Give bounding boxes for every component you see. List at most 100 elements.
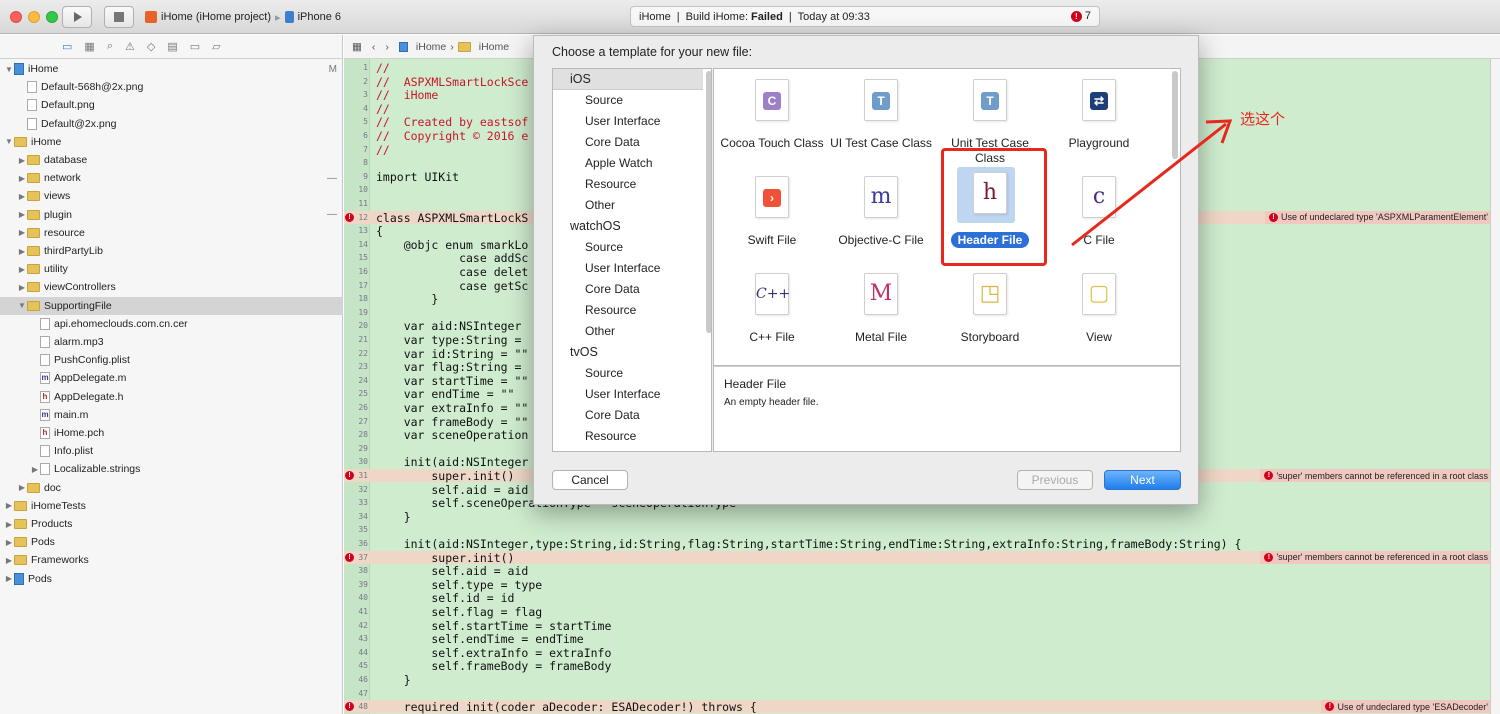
file-tree-item[interactable]: Default@2x.png <box>0 115 343 133</box>
file-tree-item[interactable]: ▶ resource <box>0 224 343 242</box>
gutter-error-icon[interactable]: ! <box>345 552 354 562</box>
report-icon[interactable]: ▱ <box>212 40 220 53</box>
category-item[interactable]: Core Data <box>553 405 703 426</box>
file-tree-item[interactable]: ▶ Pods <box>0 570 343 588</box>
disclosure-closed-icon[interactable]: ▶ <box>17 247 27 256</box>
file-tree-item[interactable]: ▶ Localizable.strings <box>0 460 343 478</box>
template-tile[interactable]: C++ C++ File <box>718 267 826 357</box>
stop-button[interactable] <box>104 6 134 28</box>
debug-icon[interactable]: ▤ <box>167 40 177 53</box>
back-icon[interactable]: ‹ <box>372 41 376 53</box>
template-tile[interactable]: m Objective-C File <box>827 170 935 260</box>
category-item[interactable]: Source <box>553 90 703 111</box>
breadcrumb-project[interactable]: iHome <box>416 41 446 53</box>
template-category-list[interactable]: iOS Source User Interface Core Data Apple Wa… <box>552 68 712 452</box>
disclosure-closed-icon[interactable]: ▶ <box>17 210 27 219</box>
category-item[interactable]: Resource <box>553 300 703 321</box>
file-tree-item[interactable]: ▶ database <box>0 151 343 169</box>
file-tree-item[interactable]: ▶ network — <box>0 169 343 187</box>
close-window-button[interactable] <box>10 11 22 23</box>
template-tile[interactable]: ⇄ Playground <box>1045 73 1153 163</box>
disclosure-closed-icon[interactable]: ▶ <box>30 465 40 474</box>
disclosure-open-icon[interactable]: ▼ <box>4 137 14 146</box>
file-tree-item[interactable]: ▼ iHome <box>0 133 343 151</box>
disclosure-closed-icon[interactable]: ▶ <box>4 501 14 510</box>
disclosure-open-icon[interactable]: ▼ <box>17 301 27 310</box>
issue-icon[interactable]: ⚠ <box>125 40 135 53</box>
breakpoint-icon[interactable]: ▭ <box>190 40 200 53</box>
template-tile[interactable]: T UI Test Case Class <box>827 73 935 163</box>
file-tree-item[interactable]: ▶ iHomeTests <box>0 497 343 515</box>
category-item[interactable]: Resource <box>553 174 703 195</box>
file-tree-item[interactable]: api.ehomeclouds.com.cn.cer <box>0 315 343 333</box>
test-icon[interactable]: ◇ <box>147 40 155 53</box>
template-tile[interactable]: ◳ Storyboard <box>936 267 1044 357</box>
file-tree-item[interactable]: alarm.mp3 <box>0 333 343 351</box>
file-tree-item[interactable]: ▶ Frameworks <box>0 551 343 569</box>
category-item[interactable]: Other <box>553 321 703 342</box>
template-tile[interactable]: › Swift File <box>718 170 826 260</box>
disclosure-closed-icon[interactable]: ▶ <box>4 574 14 583</box>
file-tree-item[interactable]: m AppDelegate.m <box>0 369 343 387</box>
category-platform[interactable]: watchOS <box>553 216 703 237</box>
disclosure-closed-icon[interactable]: ▶ <box>17 483 27 492</box>
file-tree-item[interactable]: h iHome.pch <box>0 424 343 442</box>
cancel-button[interactable]: Cancel <box>552 470 628 490</box>
file-tree-item[interactable]: Default-568h@2x.png <box>0 78 343 96</box>
category-item[interactable]: Source <box>553 363 703 384</box>
symbol-icon[interactable]: ▦ <box>84 40 94 53</box>
search-icon[interactable]: ⌕ <box>107 40 113 53</box>
file-tree-item[interactable]: ▶ doc <box>0 479 343 497</box>
category-item[interactable]: User Interface <box>553 111 703 132</box>
file-tree-item[interactable]: ▶ plugin — <box>0 206 343 224</box>
file-tree-item[interactable]: Info.plist <box>0 442 343 460</box>
file-tree-item[interactable]: ▼ iHome M <box>0 60 343 78</box>
category-platform[interactable]: tvOS <box>553 342 703 363</box>
category-item[interactable]: Other <box>553 195 703 216</box>
disclosure-closed-icon[interactable]: ▶ <box>17 228 27 237</box>
category-item[interactable]: Source <box>553 237 703 258</box>
file-tree-item[interactable]: h AppDelegate.h <box>0 388 343 406</box>
zoom-window-button[interactable] <box>46 11 58 23</box>
gutter-error-icon[interactable]: ! <box>345 212 354 222</box>
editor-scrollbar[interactable] <box>1490 59 1500 714</box>
file-tree-item[interactable]: m main.m <box>0 406 343 424</box>
category-item[interactable]: Resource <box>553 426 703 447</box>
disclosure-closed-icon[interactable]: ▶ <box>17 156 27 165</box>
category-item[interactable]: User Interface <box>553 384 703 405</box>
category-item[interactable]: Core Data <box>553 132 703 153</box>
category-platform[interactable]: iOS <box>553 69 703 90</box>
previous-button[interactable]: Previous <box>1017 470 1093 490</box>
category-item[interactable]: Apple Watch <box>553 153 703 174</box>
forward-icon[interactable]: › <box>385 41 389 53</box>
file-tree-item[interactable]: Default.png <box>0 96 343 114</box>
template-tile[interactable]: C Cocoa Touch Class <box>718 73 826 163</box>
file-tree-item[interactable]: PushConfig.plist <box>0 351 343 369</box>
minimize-window-button[interactable] <box>28 11 40 23</box>
template-scrollbar[interactable] <box>1172 71 1178 159</box>
category-scrollbar[interactable] <box>706 71 711 333</box>
file-tree-item[interactable]: ▶ Pods <box>0 533 343 551</box>
file-tree-item[interactable]: ▶ viewControllers <box>0 278 343 296</box>
template-tile[interactable]: ▢ View <box>1045 267 1153 357</box>
error-badge[interactable]: ! 7 <box>1070 10 1091 22</box>
template-tile[interactable]: M Metal File <box>827 267 935 357</box>
grid-icon[interactable]: ▦ <box>352 41 362 53</box>
next-button[interactable]: Next <box>1104 470 1181 490</box>
disclosure-closed-icon[interactable]: ▶ <box>4 520 14 529</box>
gutter-error-icon[interactable]: ! <box>345 471 354 480</box>
folder-icon[interactable]: ▭ <box>62 40 72 53</box>
error-message[interactable]: ! Use of undeclared type 'ESADecoder' <box>1321 700 1492 714</box>
disclosure-closed-icon[interactable]: ▶ <box>4 556 14 565</box>
disclosure-closed-icon[interactable]: ▶ <box>17 283 27 292</box>
category-item[interactable]: Core Data <box>553 279 703 300</box>
file-tree-item[interactable]: ▶ Products <box>0 515 343 533</box>
template-tile[interactable]: c C File <box>1045 170 1153 260</box>
disclosure-closed-icon[interactable]: ▶ <box>17 192 27 201</box>
error-message[interactable]: ! Use of undeclared type 'ASPXMLParamentE… <box>1264 210 1492 224</box>
scheme-selector[interactable]: iHome (iHome project) ▸ iPhone 6 <box>145 7 341 27</box>
file-tree-item[interactable]: ▼ SupportingFile <box>0 296 343 315</box>
breadcrumb-group[interactable]: iHome <box>479 41 509 53</box>
error-message[interactable]: !'super' members cannot be referenced in… <box>1260 469 1492 482</box>
file-tree-item[interactable]: ▶ thirdPartyLib <box>0 242 343 260</box>
